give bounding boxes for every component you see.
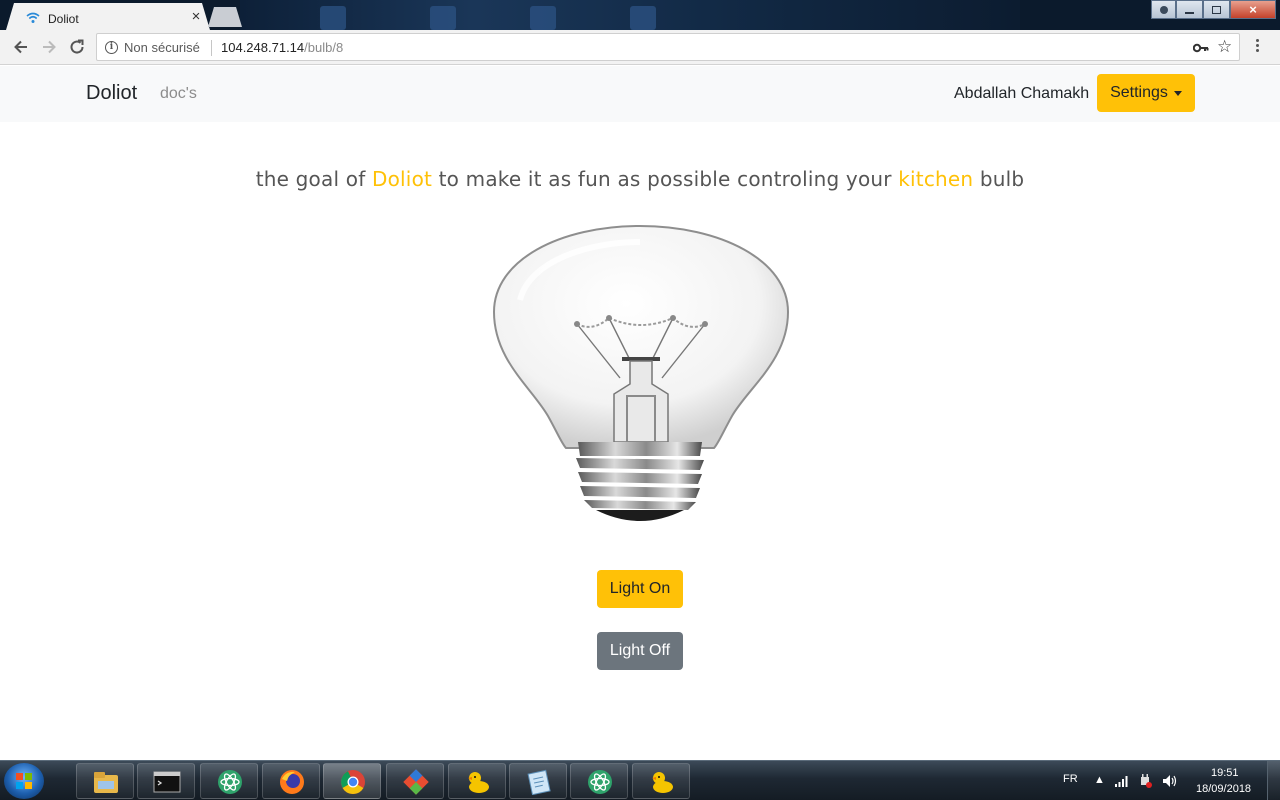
wifi-icon xyxy=(26,12,40,23)
atom-icon xyxy=(218,770,242,794)
duck-icon xyxy=(652,772,673,793)
taskbar-item-atom-2[interactable] xyxy=(570,763,628,799)
taskbar-item-terminal[interactable] xyxy=(137,763,195,799)
show-desktop-button[interactable] xyxy=(1267,761,1280,800)
light-on-button[interactable]: Light On xyxy=(597,570,683,608)
url-text: 104.248.71.14/bulb/8 xyxy=(221,40,343,55)
light-off-button[interactable]: Light Off xyxy=(597,632,683,670)
security-label: Non sécurisé xyxy=(124,40,200,55)
restore-button[interactable] xyxy=(1203,0,1230,19)
taskbar-item-git[interactable] xyxy=(386,763,444,799)
site-navbar: Doliot doc's Abdallah Chamakh Settings xyxy=(0,66,1280,122)
star-icon[interactable]: ☆ xyxy=(1217,37,1232,57)
browser-tabstrip: Doliot × × xyxy=(0,0,1280,30)
new-tab-button[interactable] xyxy=(208,7,242,27)
clock-time[interactable]: 19:51 xyxy=(1211,767,1239,779)
git-icon xyxy=(403,769,429,795)
page-headline: the goal of Doliot to make it as fun as … xyxy=(0,167,1280,191)
taskbar-item-chrome[interactable] xyxy=(323,763,381,799)
taskbar-item-duck[interactable] xyxy=(448,763,506,799)
url-path: /bulb/8 xyxy=(304,40,344,55)
wallpaper-shape xyxy=(430,6,456,30)
taskbar-item-explorer[interactable] xyxy=(76,763,134,799)
info-icon[interactable]: i xyxy=(105,41,118,54)
address-bar[interactable]: i Non sécurisé 104.248.71.14/bulb/8 ☆ xyxy=(96,33,1240,61)
headline-suffix: bulb xyxy=(973,167,1025,191)
user-icon[interactable] xyxy=(1151,0,1176,19)
volume-icon[interactable] xyxy=(1162,774,1178,788)
firefox-icon xyxy=(280,770,304,794)
brand-link[interactable]: Doliot xyxy=(86,82,137,105)
reload-icon[interactable] xyxy=(68,38,86,56)
duck-icon xyxy=(468,772,489,793)
minimize-button[interactable] xyxy=(1176,0,1203,19)
light-bulb-image xyxy=(492,224,790,521)
clock-date[interactable]: 18/09/2018 xyxy=(1196,783,1251,795)
windows-logo-icon xyxy=(16,773,23,780)
power-plug-icon[interactable] xyxy=(1138,773,1152,789)
taskbar-item-firefox[interactable] xyxy=(262,763,320,799)
docs-link[interactable]: doc's xyxy=(160,85,197,103)
network-signal-icon[interactable] xyxy=(1114,775,1128,787)
close-icon[interactable]: × xyxy=(189,9,203,25)
tab-title: Doliot xyxy=(48,12,79,26)
wallpaper-shape xyxy=(320,6,346,30)
headline-prefix: the goal of xyxy=(255,167,373,191)
tray-expand-icon[interactable]: ▲ xyxy=(1094,774,1105,786)
taskbar-item-duck-2[interactable] xyxy=(632,763,690,799)
terminal-icon xyxy=(153,771,181,793)
windows-logo-icon xyxy=(25,773,32,780)
headline-brand: Doliot xyxy=(372,167,433,191)
kebab-menu-icon[interactable] xyxy=(1250,38,1264,56)
taskbar-item-atom[interactable] xyxy=(200,763,258,799)
file-explorer-icon xyxy=(94,772,118,793)
address-divider xyxy=(211,40,212,56)
wallpaper-shape xyxy=(530,6,556,30)
notepad-icon xyxy=(527,769,551,795)
settings-label: Settings xyxy=(1110,84,1168,101)
windows-logo-icon xyxy=(16,782,23,789)
forward-arrow-icon[interactable] xyxy=(40,38,58,56)
desktop-wallpaper xyxy=(240,0,1020,30)
taskbar-item-notepad[interactable] xyxy=(509,763,567,799)
caret-down-icon xyxy=(1173,90,1182,96)
chrome-icon xyxy=(341,770,365,795)
windows-logo-icon xyxy=(25,782,32,789)
atom-icon xyxy=(588,770,612,794)
start-button[interactable] xyxy=(4,763,44,799)
settings-dropdown-button[interactable]: Settings xyxy=(1097,74,1195,112)
browser-tab-doliot[interactable]: Doliot × xyxy=(6,3,210,30)
headline-room: kitchen xyxy=(898,167,974,191)
windows-taskbar: FR ▲ 19:51 18/09/2018 xyxy=(0,760,1280,800)
browser-toolbar: i Non sécurisé 104.248.71.14/bulb/8 ☆ xyxy=(0,30,1280,65)
back-arrow-icon[interactable] xyxy=(12,38,30,56)
window-controls: × xyxy=(1151,0,1276,19)
url-host: 104.248.71.14 xyxy=(221,40,305,55)
wallpaper-shape xyxy=(630,6,656,30)
language-indicator[interactable]: FR xyxy=(1063,773,1078,785)
user-name: Abdallah Chamakh xyxy=(954,85,1090,102)
headline-middle: to make it as fun as possible controling… xyxy=(432,167,899,191)
window-close-button[interactable]: × xyxy=(1230,0,1276,19)
key-icon[interactable] xyxy=(1193,42,1209,54)
